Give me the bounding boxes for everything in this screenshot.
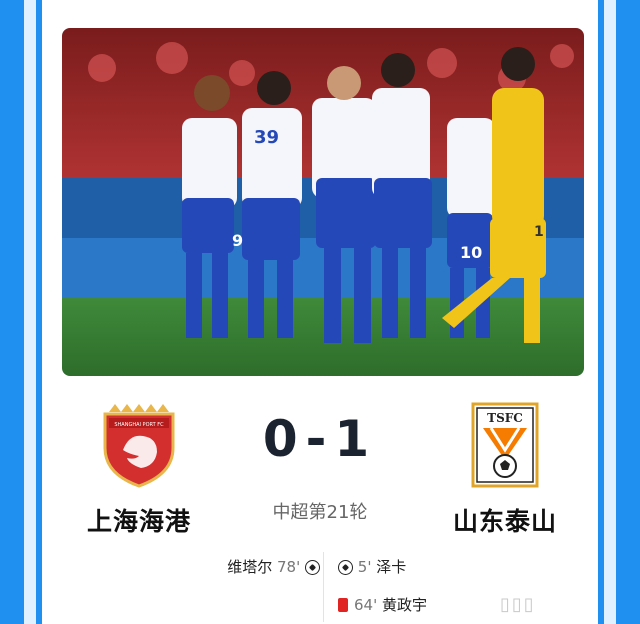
away-team[interactable]: TSFC 山东泰山 [430, 402, 580, 538]
away-goal-event: 5' 泽卡 [338, 556, 406, 577]
event-minute: 5' [357, 558, 372, 576]
events-divider [323, 552, 324, 622]
right-edge-band [604, 0, 616, 624]
match-summary: SHANGHAI PORT FC 上海海港 0-1 中超第21轮 TSFC 山东… [42, 390, 598, 624]
away-crest-text: TSFC [487, 411, 523, 425]
score-separator: - [305, 410, 335, 468]
svg-text:1: 1 [534, 224, 544, 240]
soccer-ball-icon [305, 560, 320, 575]
match-card: 39 10 1 9 SHANGHAI PORT FC 上海海港 0-1 中超第2… [42, 0, 598, 624]
player-name: 黄政宇 [382, 596, 428, 614]
away-score: 1 [334, 410, 378, 468]
away-team-name: 山东泰山 [452, 507, 557, 536]
left-edge-band [24, 0, 36, 624]
home-score: 0 [262, 410, 306, 468]
event-minute: 78' [277, 558, 301, 576]
svg-text:9: 9 [232, 231, 243, 250]
red-card-icon [338, 598, 348, 612]
scorer-name: 泽卡 [376, 558, 407, 576]
away-red-card-event: 64' 黄政宇 [338, 594, 427, 615]
scorer-name: 维塔尔 [227, 558, 273, 576]
svg-text:39: 39 [254, 127, 279, 148]
soccer-ball-icon [338, 560, 353, 575]
team-celebration-photo: 39 10 1 9 [62, 28, 584, 376]
home-goal-event: 维塔尔 78' [227, 556, 320, 577]
svg-text:10: 10 [460, 243, 482, 262]
taishan-crest-icon: TSFC [471, 402, 539, 488]
watermark: ▯▯▯ [500, 594, 536, 615]
event-minute: 64' [354, 596, 378, 614]
